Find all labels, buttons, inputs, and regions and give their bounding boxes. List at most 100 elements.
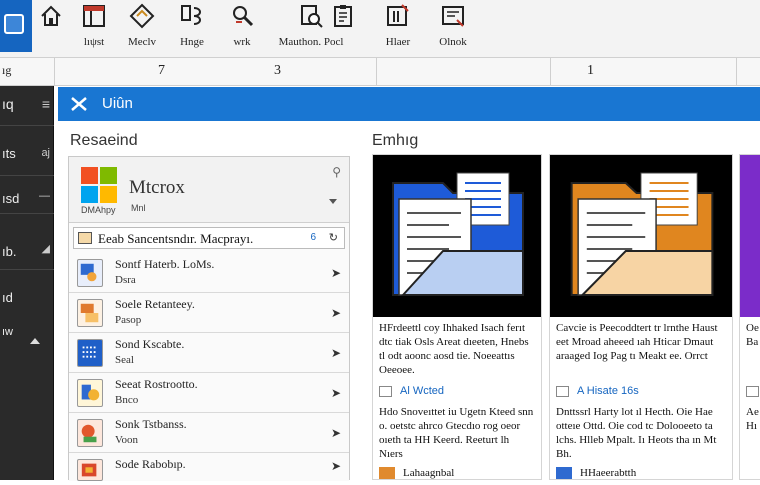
list-item[interactable]: Sode Rabobıp. ➤ bbox=[69, 453, 349, 481]
card-details: Ae Hı Ac Hı bbox=[746, 406, 760, 432]
card-tag-row[interactable]: A Hisate 16s bbox=[556, 385, 639, 397]
app-icon bbox=[4, 14, 24, 34]
nav-item-label: ıd bbox=[2, 290, 13, 305]
folder-icon bbox=[387, 4, 409, 26]
ribbon-button-olnok[interactable]: Olnok bbox=[428, 2, 478, 54]
chevron-right-icon[interactable]: ➤ bbox=[331, 426, 341, 440]
nav-item[interactable]: ıb. ◢ bbox=[0, 214, 54, 270]
tools-icon bbox=[233, 6, 254, 27]
pane-title: Uiûn bbox=[102, 95, 133, 112]
list-item[interactable]: Sontf Haterb. LoMs. Dsra ➤ bbox=[69, 253, 349, 293]
list-item-title: Sond Kscabte. bbox=[115, 337, 185, 351]
collapse-arrow-icon[interactable] bbox=[30, 338, 40, 344]
list-item[interactable]: Sonk Tstbanss. Voon ➤ bbox=[69, 413, 349, 453]
list-item-title: Soele Retanteey. bbox=[115, 297, 195, 311]
card-footer-label: Lahaagnbal bbox=[403, 467, 455, 479]
folder-document-icon bbox=[570, 172, 714, 296]
ribbon-button-wrk[interactable]: wrk bbox=[224, 2, 260, 54]
ruler-corner: ıg bbox=[0, 58, 55, 86]
menu-icon: ≡ bbox=[41, 96, 50, 112]
document-card[interactable]: Cavcie is Peecoddtert tr lrnthe Haust ee… bbox=[549, 154, 733, 480]
brand-logo-icon bbox=[81, 167, 117, 203]
chevron-right-icon[interactable]: ➤ bbox=[331, 346, 341, 360]
window-icon bbox=[442, 6, 464, 27]
nav-item[interactable]: ıw bbox=[0, 316, 54, 356]
close-icon[interactable] bbox=[70, 95, 88, 113]
chevron-right-icon[interactable]: ➤ bbox=[331, 386, 341, 400]
card-tag: A Hisate 16s bbox=[577, 385, 639, 397]
nav-item-label: ıw bbox=[2, 326, 13, 338]
list-item[interactable]: Soele Retanteey. Pasop ➤ bbox=[69, 293, 349, 333]
diamond-icon bbox=[129, 3, 155, 29]
chevron-down-icon[interactable] bbox=[329, 199, 337, 204]
ribbon-button-hnge[interactable]: Hnge bbox=[172, 2, 212, 54]
card-details: Dnttssrl Harty lot ıl Hecth. Oie Hae ott… bbox=[556, 406, 717, 460]
item-thumbnail-icon bbox=[77, 419, 103, 447]
left-navigation: ıq ≡ ıts aj ısd — ıb. ◢ ıd ıw bbox=[0, 86, 54, 480]
nav-item[interactable]: ısd — bbox=[0, 176, 54, 214]
pin-icon[interactable]: ⚲ bbox=[332, 165, 341, 179]
list-item-subtitle: Dsra bbox=[115, 274, 136, 286]
footer-app-icon bbox=[556, 467, 572, 480]
search-row-text: Eeab Sancentsndır. Macprayı. bbox=[98, 231, 254, 246]
checkbox[interactable] bbox=[746, 385, 759, 397]
ruler-number: 7 bbox=[158, 63, 165, 78]
ribbon-button-label: Olnok bbox=[439, 36, 467, 48]
nav-item[interactable]: ıts aj bbox=[0, 126, 54, 176]
item-thumbnail-icon bbox=[77, 259, 103, 287]
right-section-heading: Emhıg bbox=[372, 132, 419, 149]
ruler-corner-label: ıg bbox=[2, 63, 12, 77]
footer-app-icon bbox=[379, 467, 395, 480]
brand-card[interactable]: Mtcrox DMAhpy Mnl ⚲ bbox=[69, 157, 349, 223]
ribbon-button-meclv[interactable]: Meclv bbox=[120, 2, 164, 54]
card-tag-row[interactable]: Al Wcted bbox=[379, 385, 444, 397]
list-item-subtitle: Seal bbox=[115, 354, 134, 366]
checkbox[interactable] bbox=[379, 385, 392, 397]
item-thumbnail-icon bbox=[77, 459, 103, 481]
ribbon-button-layout[interactable]: lıψst bbox=[74, 2, 114, 54]
list-item-title: Seeat Rostrootto. bbox=[115, 377, 198, 391]
chevron-right-icon[interactable]: ➤ bbox=[331, 266, 341, 280]
ruler-cell bbox=[377, 58, 551, 86]
results-panel: Mtcrox DMAhpy Mnl ⚲ Eeab Sancentsndır. M… bbox=[68, 156, 350, 481]
item-thumbnail-icon bbox=[77, 379, 103, 407]
ribbon-button-label: lıψst bbox=[83, 36, 105, 48]
list-item-subtitle: Voon bbox=[115, 434, 139, 446]
list-item-title: Sode Rabobıp. bbox=[115, 457, 186, 471]
checkbox[interactable] bbox=[556, 385, 569, 397]
search-row-count: 6 bbox=[310, 232, 316, 243]
chevron-right-icon[interactable]: ➤ bbox=[331, 306, 341, 320]
nav-item-label: ıb. bbox=[2, 244, 17, 259]
search-result-row[interactable]: Eeab Sancentsndır. Macprayı. 6 ↻ bbox=[73, 227, 345, 249]
refresh-icon[interactable]: ↻ bbox=[329, 231, 338, 244]
chevron-right-icon[interactable]: ➤ bbox=[331, 459, 341, 473]
document-card[interactable]: HFrdeettl coy Ihhaked Isach ferıt dtc ti… bbox=[372, 154, 542, 480]
app-menu-button[interactable] bbox=[0, 0, 32, 52]
nav-item-mark: aj bbox=[41, 147, 50, 159]
card-description: Cavcie is Peecoddtert tr lrnthe Haust ee… bbox=[556, 322, 718, 362]
card-tag: Al Wcted bbox=[400, 385, 445, 397]
ribbon-button-hlaer[interactable]: Hlaer bbox=[376, 2, 420, 54]
nav-item[interactable]: ıd bbox=[0, 270, 54, 316]
list-item[interactable]: Sond Kscabte. Seal ➤ bbox=[69, 333, 349, 373]
left-section-heading: Resaeind bbox=[70, 132, 138, 149]
list-item-subtitle: Pasop bbox=[115, 314, 142, 326]
format-icon bbox=[181, 5, 201, 25]
ruler-cell bbox=[551, 58, 737, 86]
nav-item-label: ıq bbox=[2, 96, 14, 112]
clipboard-icon bbox=[334, 5, 352, 27]
layout-icon bbox=[83, 5, 105, 27]
document-card[interactable]: Oe Beı dı Ba Hr Ae Hı Ac Hı bbox=[739, 154, 760, 480]
dash-icon: — bbox=[39, 190, 50, 202]
ribbon-toolbar: lıψst Meclv Hnge wrk Mauthon. Pocl Hlaer… bbox=[0, 0, 760, 58]
brand-name: Mtcrox bbox=[129, 177, 185, 198]
nav-item[interactable]: ıq ≡ bbox=[0, 86, 54, 126]
ruler-cell bbox=[55, 58, 377, 86]
ruler-number: 1 bbox=[587, 63, 594, 78]
ribbon-button-home[interactable] bbox=[40, 2, 62, 54]
ribbon-button-clipboard[interactable] bbox=[326, 2, 362, 54]
pane-title-bar: Uiûn bbox=[58, 87, 760, 121]
card-tag-row[interactable] bbox=[746, 385, 760, 397]
card-description: Oe Beı dı Ba Hr bbox=[746, 322, 760, 348]
list-item[interactable]: Seeat Rostrootto. Bnco ➤ bbox=[69, 373, 349, 413]
